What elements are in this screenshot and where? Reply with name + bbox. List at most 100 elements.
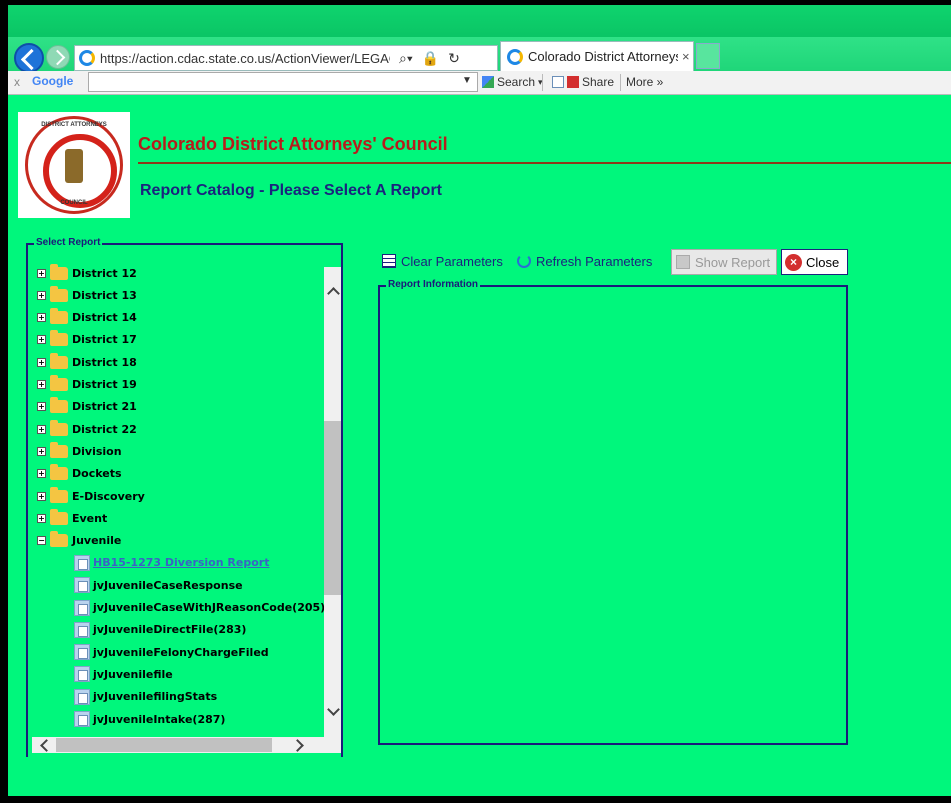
expand-icon[interactable]: + (37, 380, 46, 389)
report-icon (74, 599, 90, 616)
google-search-button[interactable]: Search ▾ (482, 75, 543, 89)
google-search-input[interactable] (88, 72, 478, 92)
tree-report-label: jvJuvenileDirectFile(283) (93, 623, 247, 637)
collapse-icon[interactable]: − (37, 536, 46, 546)
expand-icon[interactable]: + (37, 402, 46, 412)
tree-vertical-scroll-thumb[interactable] (324, 421, 341, 595)
expand-icon[interactable]: + (37, 357, 46, 367)
tree-folder-item[interactable]: + District 17 (32, 330, 137, 350)
expand-icon[interactable]: + (37, 313, 46, 323)
clear-parameters-button[interactable]: Clear Parameters (382, 249, 503, 273)
select-report-legend: Select Report (34, 237, 103, 248)
address-bar[interactable]: https://action.cdac.state.co.us/ActionVi… (74, 45, 498, 71)
tab-close-icon[interactable]: × (682, 49, 690, 64)
toolbar-close-icon[interactable]: x (14, 75, 20, 89)
folder-icon (50, 330, 68, 347)
expand-icon[interactable]: + (37, 446, 46, 456)
report-icon (74, 621, 90, 638)
forward-button[interactable] (46, 45, 70, 69)
ie-favicon-icon (79, 50, 95, 66)
folder-icon (50, 263, 68, 280)
tree-report-item[interactable]: jvJuvenileIntake(287) (32, 709, 225, 729)
tree-report-label: jvJuvenilefile (93, 667, 173, 681)
tree-folder-label: District 12 (72, 266, 137, 280)
close-button[interactable]: × Close (781, 249, 848, 275)
tree-folder-item[interactable]: − Juvenile (32, 531, 121, 551)
seal-bottom-text: COUNCIL (60, 200, 88, 206)
browser-window: https://action.cdac.state.co.us/ActionVi… (8, 5, 951, 796)
tree-folder-label: Juvenile (72, 534, 122, 548)
header-divider (138, 162, 951, 164)
tree-folder-label: District 14 (72, 311, 137, 325)
council-seal-logo: DISTRICT ATTORNEYS COUNCIL (18, 112, 130, 218)
report-information-panel: Report Information (378, 279, 848, 745)
tree-folder-label: District 13 (72, 288, 137, 302)
tree-folder-label: District 22 (72, 422, 137, 436)
search-dropdown-icon[interactable]: ▼ (462, 75, 472, 86)
tree-report-item[interactable]: jvJuvenileCaseWithJReasonCode(205) (32, 598, 324, 618)
tree-report-item[interactable]: jvJuvenilefile (32, 664, 173, 684)
refresh-icon (517, 254, 531, 268)
expand-icon[interactable]: + (37, 290, 46, 300)
page-subtitle: Report Catalog - Please Select A Report (140, 182, 442, 199)
tree-folder-item[interactable]: + District 13 (32, 285, 137, 305)
expand-icon[interactable]: + (37, 424, 46, 434)
tree-folder-item[interactable]: + District 19 (32, 375, 137, 395)
tab-title: Colorado District Attorneys ... (528, 49, 678, 64)
more-button[interactable]: More » (626, 75, 663, 89)
tree-folder-item[interactable]: + Event (32, 508, 107, 528)
expand-icon[interactable]: + (37, 469, 46, 479)
tree-folder-item[interactable]: + E-Discovery (32, 486, 145, 506)
tree-folder-item[interactable]: + Dockets (32, 464, 122, 484)
tree-folder-item[interactable]: + District 12 (32, 263, 137, 283)
tree-folder-item[interactable]: + District 14 (32, 308, 137, 328)
refresh-page-icon[interactable]: ↻ (448, 50, 460, 67)
tree-folder-label: District 21 (72, 400, 137, 414)
report-icon (74, 644, 90, 661)
tree-folder-item[interactable]: + District 18 (32, 352, 137, 372)
report-icon (74, 688, 90, 705)
folder-icon (50, 419, 68, 436)
tree-report-item[interactable]: jvJuvenileDirectFile(283) (32, 620, 246, 640)
expand-icon[interactable]: + (37, 268, 46, 278)
folder-icon (50, 441, 68, 458)
search-dropdown-icon[interactable]: ⌕▾ (399, 50, 413, 67)
lock-icon[interactable]: 🔒 (422, 50, 439, 67)
show-report-label: Show Report (695, 254, 771, 270)
new-tab-button[interactable] (696, 43, 720, 69)
expand-icon[interactable]: + (37, 491, 46, 501)
tree-folder-item[interactable]: + District 22 (32, 419, 137, 439)
toolbar-divider (620, 74, 621, 91)
share-label: Share (582, 75, 615, 89)
tree-report-item[interactable]: jvJuvenileFelonyChargeFiled (32, 642, 269, 662)
folder-icon (50, 308, 68, 325)
back-button[interactable] (14, 43, 44, 73)
tree-report-item[interactable]: jvJuvenilefilingStats (32, 687, 217, 707)
tree-report-item[interactable]: HB15-1273 Diversion Report (32, 553, 269, 573)
refresh-parameters-button[interactable]: Refresh Parameters (517, 249, 652, 273)
report-tree[interactable]: + District 12 + District 13 + District 14 + Dis… (32, 261, 324, 737)
tab-favicon-icon (507, 48, 523, 65)
report-information-legend: Report Information (386, 279, 480, 290)
tree-folder-item[interactable]: + District 21 (32, 397, 137, 417)
tree-report-label: jvJuvenilefilingStats (93, 690, 218, 704)
tree-folder-label: E-Discovery (72, 489, 145, 503)
close-icon: × (785, 253, 802, 271)
seal-top-text: DISTRICT ATTORNEYS (41, 122, 107, 128)
tree-folder-label: District 19 (72, 378, 137, 391)
tree-report-label[interactable]: HB15-1273 Diversion Report (93, 556, 269, 569)
expand-icon[interactable]: + (37, 513, 46, 523)
show-report-button[interactable]: Show Report (671, 249, 777, 275)
mail-icon (552, 76, 564, 88)
tree-folder-item[interactable]: + Division (32, 441, 122, 461)
tree-report-item[interactable]: jvJuvenileCaseResponse (32, 575, 243, 595)
browser-tab[interactable]: Colorado District Attorneys ... × (500, 41, 694, 71)
folder-icon (50, 486, 68, 503)
share-button[interactable]: Share (552, 75, 614, 89)
tree-folder-label: District 17 (72, 333, 137, 347)
tree-report-label: jvJuvenileCaseWithJReasonCode(205) (93, 601, 324, 614)
expand-icon[interactable]: + (37, 335, 46, 345)
folder-icon (50, 285, 68, 302)
show-report-icon (676, 255, 690, 269)
tree-horizontal-scroll-thumb[interactable] (56, 738, 272, 752)
